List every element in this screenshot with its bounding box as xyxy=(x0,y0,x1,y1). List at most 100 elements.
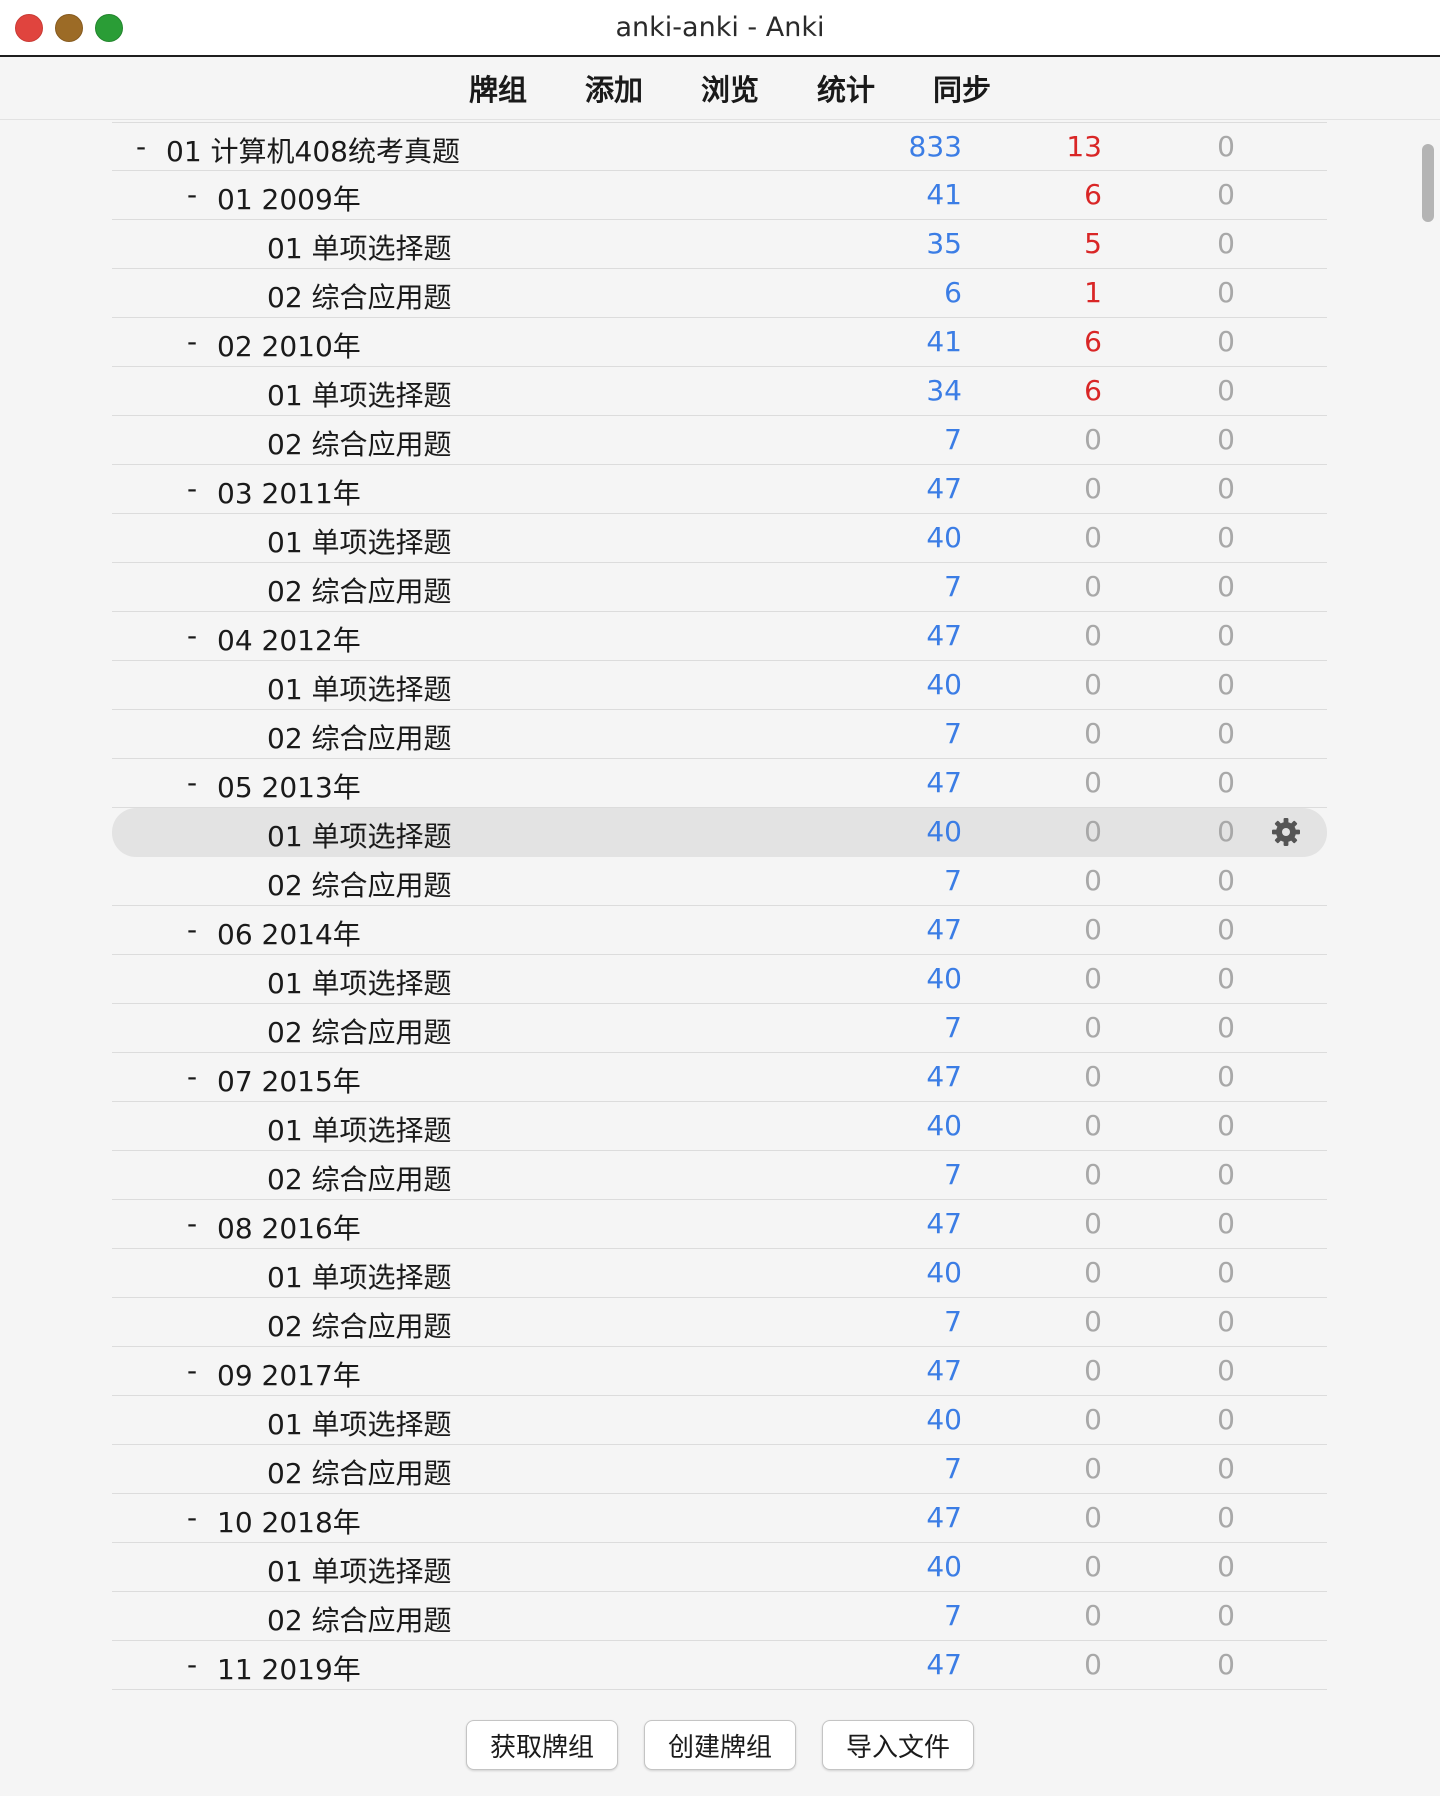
toolbar-stats[interactable]: 统计 xyxy=(788,67,904,109)
toolbar-add[interactable]: 添加 xyxy=(556,67,672,109)
deck-row[interactable]: -01 2009年 41 6 0 xyxy=(112,171,1327,220)
deck-name[interactable]: 02 综合应用题 xyxy=(267,570,452,610)
deck-row[interactable]: -06 2014年 47 0 0 xyxy=(112,906,1327,955)
deck-name[interactable]: 09 2017年 xyxy=(217,1354,361,1394)
deck-name[interactable]: 01 单项选择题 xyxy=(267,1256,452,1296)
deck-row[interactable]: -03 2011年 47 0 0 xyxy=(112,465,1327,514)
toolbar-browse[interactable]: 浏览 xyxy=(672,67,788,109)
collapse-toggle[interactable]: - xyxy=(180,1648,204,1681)
deck-row[interactable]: -07 2015年 47 0 0 xyxy=(112,1053,1327,1102)
new-count: 35 xyxy=(926,227,962,260)
deck-row[interactable]: 01 单项选择题 40 0 0 xyxy=(112,661,1327,710)
deck-row[interactable]: 01 单项选择题 34 6 0 xyxy=(112,367,1327,416)
deck-name[interactable]: 02 综合应用题 xyxy=(267,864,452,904)
deck-name[interactable]: 02 综合应用题 xyxy=(267,1158,452,1198)
deck-name[interactable]: 02 综合应用题 xyxy=(267,1305,452,1345)
deck-list-scrollbar[interactable] xyxy=(1418,122,1438,1692)
deck-name[interactable]: 03 2011年 xyxy=(217,472,361,512)
deck-name[interactable]: 04 2012年 xyxy=(217,619,361,659)
deck-row[interactable]: 02 综合应用题 7 0 0 xyxy=(112,857,1327,906)
new-count: 40 xyxy=(926,1256,962,1289)
collapse-toggle[interactable]: - xyxy=(180,1354,204,1387)
deck-name[interactable]: 02 综合应用题 xyxy=(267,1599,452,1639)
get-shared-decks-button[interactable]: 获取牌组 xyxy=(466,1720,618,1770)
deck-row[interactable]: 01 单项选择题 40 0 0 xyxy=(112,1543,1327,1592)
deck-name[interactable]: 05 2013年 xyxy=(217,766,361,806)
deck-row[interactable]: 02 综合应用题 7 0 0 xyxy=(112,1004,1327,1053)
deck-name[interactable]: 02 综合应用题 xyxy=(267,276,452,316)
deck-row[interactable]: 02 综合应用题 7 0 0 xyxy=(112,710,1327,759)
deck-row[interactable]: -10 2018年 47 0 0 xyxy=(112,1494,1327,1543)
due-count: 0 xyxy=(1217,962,1235,995)
deck-name[interactable]: 02 2010年 xyxy=(217,325,361,365)
collapse-toggle[interactable]: - xyxy=(180,766,204,799)
deck-name[interactable]: 01 2009年 xyxy=(217,178,361,218)
collapse-toggle[interactable]: - xyxy=(180,472,204,505)
collapse-toggle[interactable]: - xyxy=(180,325,204,358)
deck-row[interactable]: -08 2016年 47 0 0 xyxy=(112,1200,1327,1249)
due-count: 0 xyxy=(1217,570,1235,603)
deck-row[interactable]: 01 单项选择题 40 0 0 xyxy=(112,808,1327,857)
deck-name[interactable]: 02 综合应用题 xyxy=(267,1011,452,1051)
learn-count: 0 xyxy=(1084,619,1102,652)
deck-row[interactable]: -05 2013年 47 0 0 xyxy=(112,759,1327,808)
collapse-toggle[interactable]: - xyxy=(180,913,204,946)
deck-name[interactable]: 11 2019年 xyxy=(217,1648,361,1688)
deck-name[interactable]: 07 2015年 xyxy=(217,1060,361,1100)
deck-row[interactable]: -11 2019年 47 0 0 xyxy=(112,1641,1327,1690)
deck-name[interactable]: 02 综合应用题 xyxy=(267,423,452,463)
deck-name[interactable]: 01 单项选择题 xyxy=(267,1550,452,1590)
deck-row[interactable]: 01 单项选择题 40 0 0 xyxy=(112,1102,1327,1151)
deck-name[interactable]: 02 综合应用题 xyxy=(267,1452,452,1492)
deck-row[interactable]: 02 综合应用题 6 1 0 xyxy=(112,269,1327,318)
deck-row[interactable]: 02 综合应用题 7 0 0 xyxy=(112,1445,1327,1494)
deck-name[interactable]: 10 2018年 xyxy=(217,1501,361,1541)
deck-name[interactable]: 01 单项选择题 xyxy=(267,521,452,561)
deck-row[interactable]: 01 单项选择题 40 0 0 xyxy=(112,1396,1327,1445)
import-file-button[interactable]: 导入文件 xyxy=(822,1720,974,1770)
collapse-toggle[interactable]: - xyxy=(180,1207,204,1240)
collapse-toggle[interactable]: - xyxy=(180,178,204,211)
collapse-toggle[interactable]: - xyxy=(180,619,204,652)
new-count: 47 xyxy=(926,1648,962,1681)
deck-row[interactable]: 01 单项选择题 40 0 0 xyxy=(112,955,1327,1004)
deck-row[interactable]: -02 2010年 41 6 0 xyxy=(112,318,1327,367)
deck-row[interactable]: 01 单项选择题 40 0 0 xyxy=(112,514,1327,563)
due-count: 0 xyxy=(1217,1648,1235,1681)
deck-name[interactable]: 01 单项选择题 xyxy=(267,1109,452,1149)
deck-name[interactable]: 01 单项选择题 xyxy=(267,962,452,1002)
learn-count: 0 xyxy=(1084,472,1102,505)
collapse-toggle[interactable]: - xyxy=(180,1060,204,1093)
new-count: 40 xyxy=(926,815,962,848)
toolbar-sync[interactable]: 同步 xyxy=(904,67,1020,109)
collapse-toggle[interactable]: - xyxy=(129,130,153,163)
deck-row[interactable]: -01 计算机408统考真题 833 13 0 xyxy=(112,122,1327,171)
deck-row[interactable]: 02 综合应用题 7 0 0 xyxy=(112,563,1327,612)
deck-name[interactable]: 01 单项选择题 xyxy=(267,374,452,414)
deck-name[interactable]: 06 2014年 xyxy=(217,913,361,953)
deck-name[interactable]: 01 单项选择题 xyxy=(267,1403,452,1443)
new-count: 6 xyxy=(944,276,962,309)
deck-row[interactable]: -09 2017年 47 0 0 xyxy=(112,1347,1327,1396)
new-count: 40 xyxy=(926,962,962,995)
main-toolbar: 牌组 添加 浏览 统计 同步 xyxy=(0,57,1440,120)
toolbar-decks[interactable]: 牌组 xyxy=(440,67,556,109)
collapse-toggle[interactable]: - xyxy=(180,1501,204,1534)
deck-row[interactable]: 01 单项选择题 35 5 0 xyxy=(112,220,1327,269)
deck-row[interactable]: 02 综合应用题 7 0 0 xyxy=(112,1298,1327,1347)
scrollbar-thumb[interactable] xyxy=(1422,144,1434,222)
deck-name[interactable]: 08 2016年 xyxy=(217,1207,361,1247)
deck-row[interactable]: 01 单项选择题 40 0 0 xyxy=(112,1249,1327,1298)
deck-row[interactable]: 02 综合应用题 7 0 0 xyxy=(112,416,1327,465)
deck-name[interactable]: 01 单项选择题 xyxy=(267,227,452,267)
deck-name[interactable]: 01 单项选择题 xyxy=(267,815,452,855)
gear-icon[interactable] xyxy=(1270,816,1302,848)
deck-row[interactable]: 02 综合应用题 7 0 0 xyxy=(112,1592,1327,1641)
deck-row[interactable]: -04 2012年 47 0 0 xyxy=(112,612,1327,661)
deck-row[interactable]: 02 综合应用题 7 0 0 xyxy=(112,1151,1327,1200)
deck-name[interactable]: 01 单项选择题 xyxy=(267,668,452,708)
create-deck-button[interactable]: 创建牌组 xyxy=(644,1720,796,1770)
deck-name[interactable]: 02 综合应用题 xyxy=(267,717,452,757)
new-count: 47 xyxy=(926,1501,962,1534)
deck-name[interactable]: 01 计算机408统考真题 xyxy=(166,130,460,170)
